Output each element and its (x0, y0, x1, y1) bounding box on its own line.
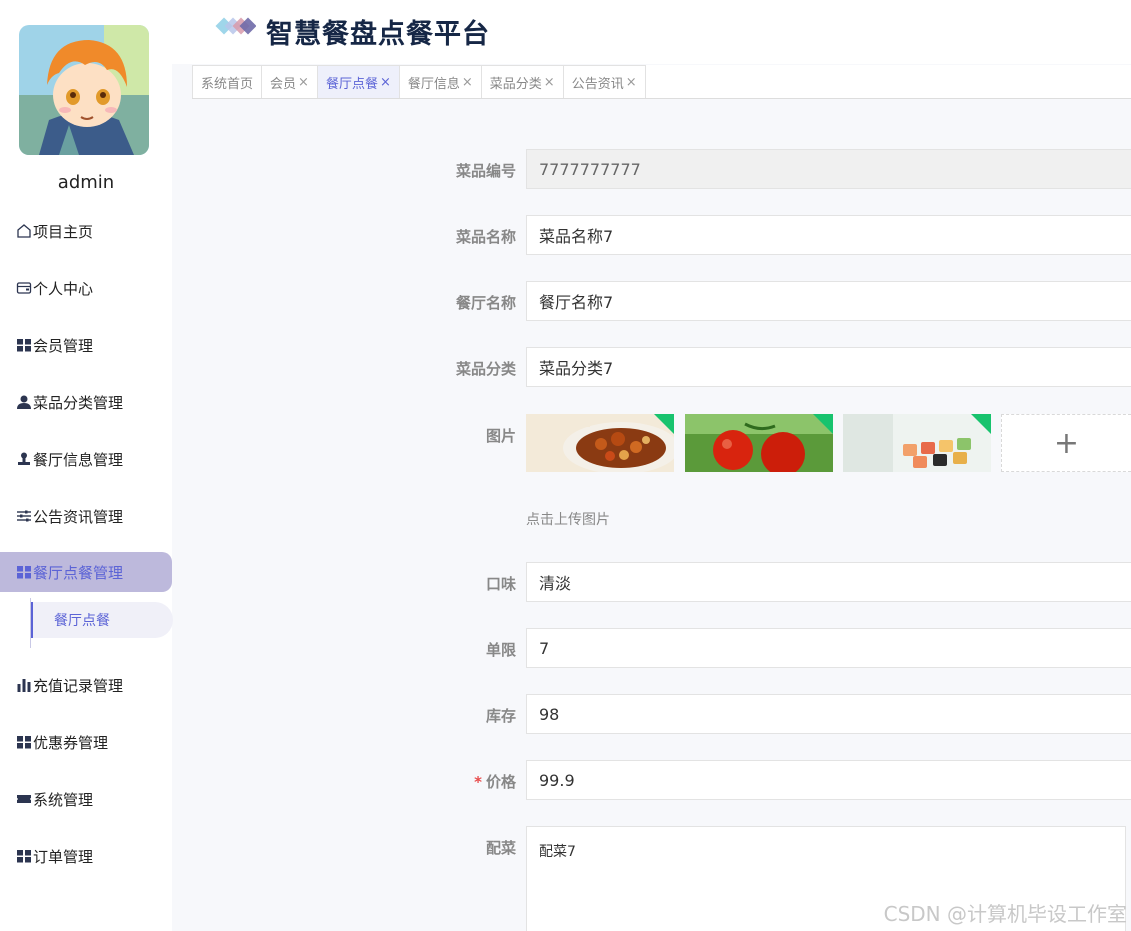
sidebar-item-members[interactable]: 会员管理 (0, 325, 172, 365)
tab-label: 餐厅点餐 (325, 76, 378, 92)
user-icon (16, 394, 32, 410)
username: admin (57, 172, 115, 193)
taste-input[interactable]: 清淡 (526, 562, 1131, 602)
tab-announcements[interactable]: 公告资讯 × (562, 65, 646, 98)
close-icon[interactable]: × (298, 75, 309, 90)
sidebar-item-orders[interactable]: 订单管理 (0, 836, 172, 876)
side-dish-label: 配菜 (485, 839, 516, 857)
close-icon[interactable]: × (544, 75, 555, 90)
home-icon (16, 223, 32, 239)
sidebar-item-label: 优惠券管理 (33, 733, 109, 752)
stamp-icon (16, 451, 32, 467)
close-icon[interactable]: × (380, 75, 391, 90)
dish-category-input[interactable]: 菜品分类7 (526, 347, 1131, 387)
watermark: CSDN @计算机毕设工作室 (883, 902, 1127, 926)
image-thumbnail[interactable] (526, 414, 674, 472)
dish-name-input[interactable]: 菜品名称7 (526, 215, 1131, 255)
grid-icon (16, 564, 32, 580)
sidebar-item-profile[interactable]: 个人中心 (0, 268, 172, 308)
bar-chart-icon (16, 677, 32, 693)
submenu: 餐厅点餐 (30, 598, 173, 648)
logo-icon (214, 17, 257, 37)
header: 智慧餐盘点餐平台 (172, 0, 1131, 64)
taste-label: 口味 (485, 575, 516, 593)
dish-code-input[interactable]: 7777777777 (526, 149, 1131, 189)
sidebar-item-coupons[interactable]: 优惠券管理 (0, 722, 172, 762)
sliders-icon (16, 508, 32, 524)
tab-label: 会员 (270, 76, 297, 92)
sidebar-item-system[interactable]: 系统管理 (0, 779, 172, 819)
wallet-icon (16, 280, 32, 296)
sidebar-item-home[interactable]: 项目主页 (0, 211, 172, 251)
sidebar-item-ordering[interactable]: 餐厅点餐管理 (0, 552, 172, 592)
sidebar-item-label: 餐厅信息管理 (33, 450, 124, 469)
sidebar-item-label: 餐厅点餐管理 (33, 563, 124, 582)
dish-code-label: 菜品编号 (455, 162, 516, 180)
sidebar-item-label: 会员管理 (33, 336, 94, 355)
price-label: * 价格 (396, 771, 516, 792)
limit-input[interactable]: 7 (526, 628, 1131, 668)
required-mark: * (474, 773, 482, 791)
stock-label: 库存 (485, 707, 516, 725)
tab-ordering[interactable]: 餐厅点餐 × (316, 65, 400, 98)
limit-label: 单限 (485, 641, 516, 659)
app-title: 智慧餐盘点餐平台 (266, 19, 490, 50)
image-thumbnail[interactable] (685, 414, 833, 472)
sidebar-item-label: 订单管理 (33, 847, 94, 866)
dish-category-label: 菜品分类 (455, 360, 516, 378)
image-upload-button[interactable]: + (1001, 414, 1131, 472)
price-label-text: 价格 (485, 773, 516, 791)
sidebar-item-label: 系统管理 (33, 790, 94, 809)
sidebar-item-label: 充值记录管理 (33, 676, 124, 695)
upload-hint: 点击上传图片 (526, 512, 610, 528)
dish-name-label: 菜品名称 (455, 228, 516, 246)
image-thumbnail[interactable] (843, 414, 991, 472)
price-input[interactable]: 99.9 (526, 760, 1131, 800)
grid-icon (16, 848, 32, 864)
sidebar-item-label: 公告资讯管理 (33, 507, 124, 526)
sidebar-item-label: 个人中心 (33, 279, 94, 298)
tab-label: 系统首页 (201, 76, 254, 92)
close-icon[interactable]: × (462, 75, 473, 90)
restaurant-name-input[interactable]: 餐厅名称7 (526, 281, 1131, 321)
tab-label: 菜品分类 (489, 76, 542, 92)
restaurant-name-label: 餐厅名称 (455, 294, 516, 312)
avatar[interactable] (19, 25, 149, 155)
sidebar-item-dish-category[interactable]: 菜品分类管理 (0, 382, 172, 422)
tab-members[interactable]: 会员 × (261, 65, 318, 98)
sidebar-item-label: 项目主页 (33, 222, 94, 241)
tab-home[interactable]: 系统首页 (192, 65, 263, 98)
stock-input[interactable]: 98 (526, 694, 1131, 734)
tab-label: 餐厅信息 (407, 76, 460, 92)
plus-icon: + (1053, 425, 1080, 461)
ticket-icon (16, 791, 32, 807)
submenu-item-label: 餐厅点餐 (54, 613, 110, 629)
close-icon[interactable]: × (626, 75, 637, 90)
tab-label: 公告资讯 (571, 76, 624, 92)
sidebar-item-announcements[interactable]: 公告资讯管理 (0, 496, 172, 536)
sidebar-item-restaurant[interactable]: 餐厅信息管理 (0, 439, 172, 479)
sidebar: admin 项目主页 个人中心 会员管理 菜品分类管理 餐厅信息管理 公告资讯管 (0, 0, 173, 931)
grid-icon (16, 734, 32, 750)
tab-dish-category[interactable]: 菜品分类 × (480, 65, 564, 98)
sidebar-item-recharge[interactable]: 充值记录管理 (0, 665, 172, 705)
images-label: 图片 (485, 427, 516, 445)
tab-bar: 系统首页 会员 × 餐厅点餐 × 餐厅信息 × 菜品分类 × 公告资讯 × (192, 65, 1131, 99)
submenu-item-ordering[interactable]: 餐厅点餐 (31, 602, 173, 638)
sidebar-item-label: 菜品分类管理 (33, 393, 124, 412)
tab-restaurant[interactable]: 餐厅信息 × (398, 65, 482, 98)
grid-icon (16, 337, 32, 353)
